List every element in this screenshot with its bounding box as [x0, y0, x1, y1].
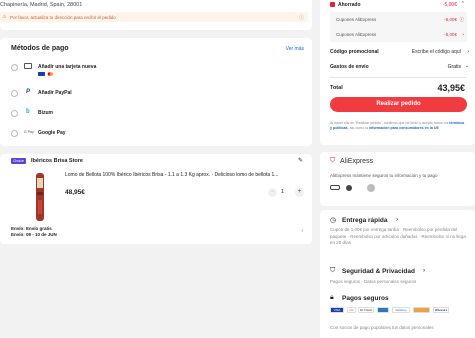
credit-card-icon	[24, 63, 32, 69]
decrement-button[interactable]: −	[268, 188, 277, 197]
chevron-right-icon[interactable]: ›	[301, 228, 303, 234]
aliexpress-trust-card: ⛉ AliExpress AliExpress mantiene seguros…	[320, 152, 475, 206]
amex-logo-icon	[377, 307, 389, 313]
visa-secure-logo-icon: VISA	[330, 307, 344, 313]
seal-badge-icon	[367, 184, 375, 192]
chevron-down-icon[interactable]: ⌄	[465, 63, 469, 69]
google-pay-icon: G Pay	[24, 130, 34, 134]
discover-logo-icon	[413, 307, 430, 313]
visa-logo-icon	[38, 72, 45, 76]
order-summary-card: Ahorrado -5,00€ ⌃ Cupones AliExpress -5,…	[320, 0, 475, 145]
payment-logos-row: VISA mc ID Check SafeKey J/Secure	[330, 307, 470, 314]
address-line: Chapinería, Madrid, Spain, 28001	[0, 2, 83, 8]
id-check-logo-icon: ID Check	[358, 307, 374, 313]
expand-icon	[330, 2, 335, 7]
security-text: Pagos seguros · Datos personales seguros	[330, 279, 417, 284]
mastercard-logo-icon: mc	[347, 307, 356, 313]
paypal-icon: P	[26, 89, 31, 95]
quantity-value[interactable]: 1	[281, 189, 284, 195]
coupon1-value: -5,00€	[444, 17, 457, 22]
radio-new-card[interactable]	[11, 64, 18, 71]
promo-input[interactable]: Escribe el código aquí	[412, 49, 461, 55]
product-image[interactable]	[26, 172, 54, 222]
info-icon: ⓘ	[459, 16, 465, 22]
choice-badge: Choice	[11, 158, 26, 164]
warning-icon: ⚠	[2, 13, 7, 20]
secure-payments-title: Pagos seguros	[342, 295, 389, 302]
certification-badge-icon	[330, 185, 340, 190]
chevron-right-icon[interactable]: ›	[467, 49, 469, 55]
payment-methods-card: Métodos de pago Ver más Añadir una tarje…	[0, 38, 312, 146]
method-label-bizum: Bizum	[38, 110, 53, 116]
store-card: Choice Ibéricos Brisa Store ✎ Lomo de Be…	[0, 154, 312, 244]
product-price: 48,95€	[65, 189, 85, 196]
method-label-paypal: Añadir PayPal	[38, 90, 72, 96]
total-value: 43,95€	[437, 83, 465, 93]
legal-text: Al hacer clic en 'Realizar pedido', conf…	[330, 121, 467, 131]
jcb-logo-icon: J/Secure	[433, 307, 449, 313]
increment-button[interactable]: +	[295, 188, 304, 197]
delivery-title[interactable]: Entrega rápida	[342, 217, 388, 224]
bizum-icon: ƀ	[26, 109, 30, 115]
coupon2-label: Cupones AliExpress	[336, 32, 377, 37]
chevron-up-icon[interactable]: ⌃	[461, 1, 465, 7]
trust-text: AliExpress mantiene seguros tu informaci…	[330, 173, 438, 178]
shield-badge-icon	[346, 185, 352, 191]
payment-title: Métodos de pago	[11, 45, 69, 52]
chevron-right-icon[interactable]: ›	[462, 32, 464, 38]
ahorrado-label: Ahorrado	[338, 2, 361, 8]
address-alert-text: Por favor, actualiza tu dirección para r…	[10, 14, 116, 20]
edit-icon[interactable]: ✎	[298, 157, 303, 164]
shipping-line-2: Envío: 09 - 10 de JUN	[11, 232, 57, 237]
clock-icon: ◷	[330, 217, 337, 224]
guarantees-card: ◷ Entrega rápida › Cupón de 1,00€ por en…	[320, 210, 475, 338]
shield-check-icon: ⛉	[330, 267, 336, 274]
total-label: Total	[330, 85, 343, 91]
coupons-box: Cupones AliExpress -5,00€ ⓘ Cupones AliE…	[330, 12, 467, 42]
store-name[interactable]: Ibéricos Brisa Store	[31, 158, 83, 164]
place-order-button[interactable]: Realizar pedido	[330, 97, 467, 112]
radio-bizum[interactable]	[11, 110, 18, 117]
legal-text-main: Al hacer clic en 'Realizar pedido', conf…	[330, 121, 449, 125]
radio-google-pay[interactable]	[11, 130, 18, 137]
method-label-card: Añadir una tarjeta nueva	[38, 64, 97, 70]
divider	[330, 77, 467, 78]
aliexpress-brand: AliExpress	[340, 158, 374, 165]
address-alert[interactable]: ⚠ Por favor, actualiza tu dirección para…	[0, 12, 308, 22]
method-label-google-pay: Google Pay	[38, 130, 66, 136]
see-more-link[interactable]: Ver más	[286, 46, 304, 52]
consumer-info-link[interactable]: información para consumidores en la UE	[369, 126, 439, 130]
ahorrado-value: -5,00€	[442, 2, 457, 8]
promo-label: Código promocional	[330, 49, 379, 55]
safekey-logo-icon: SafeKey	[392, 307, 410, 313]
shipping-value: Gratis	[447, 64, 461, 70]
shipping-line-1: Envío: Envío gratis	[11, 226, 52, 231]
product-title[interactable]: Lomo de Bellota 100% Ibérico Ibéricos Br…	[65, 172, 305, 178]
radio-paypal[interactable]	[11, 90, 18, 97]
payment-option-card[interactable]	[11, 99, 301, 119]
secure-payments-text: Con socios de pago populares tus datos p…	[330, 325, 434, 330]
quantity-stepper: − 1 +	[268, 188, 304, 197]
coupon1-label: Cupones AliExpress	[336, 17, 377, 22]
lock-icon: 🔒︎	[330, 294, 334, 301]
legal-text-mid: , así como la	[347, 126, 368, 130]
mastercard-logo-icon	[47, 72, 54, 76]
aliexpress-shield-icon: ⛉	[330, 157, 336, 164]
shipping-label: Gastos de envío	[330, 64, 369, 70]
chevron-right-icon[interactable]: ›	[423, 267, 425, 274]
security-title[interactable]: Seguridad & Privacidad	[342, 268, 415, 275]
delivery-text: Cupón de 1,00€ por entrega tardía · Reem…	[330, 227, 466, 246]
coupon2-value: -5,00€	[444, 32, 457, 37]
chevron-right-icon[interactable]: ›	[396, 216, 398, 223]
address-card: Chapinería, Madrid, Spain, 28001 ⚠ Por f…	[0, 0, 312, 30]
info-icon: ⓘ	[298, 14, 304, 21]
